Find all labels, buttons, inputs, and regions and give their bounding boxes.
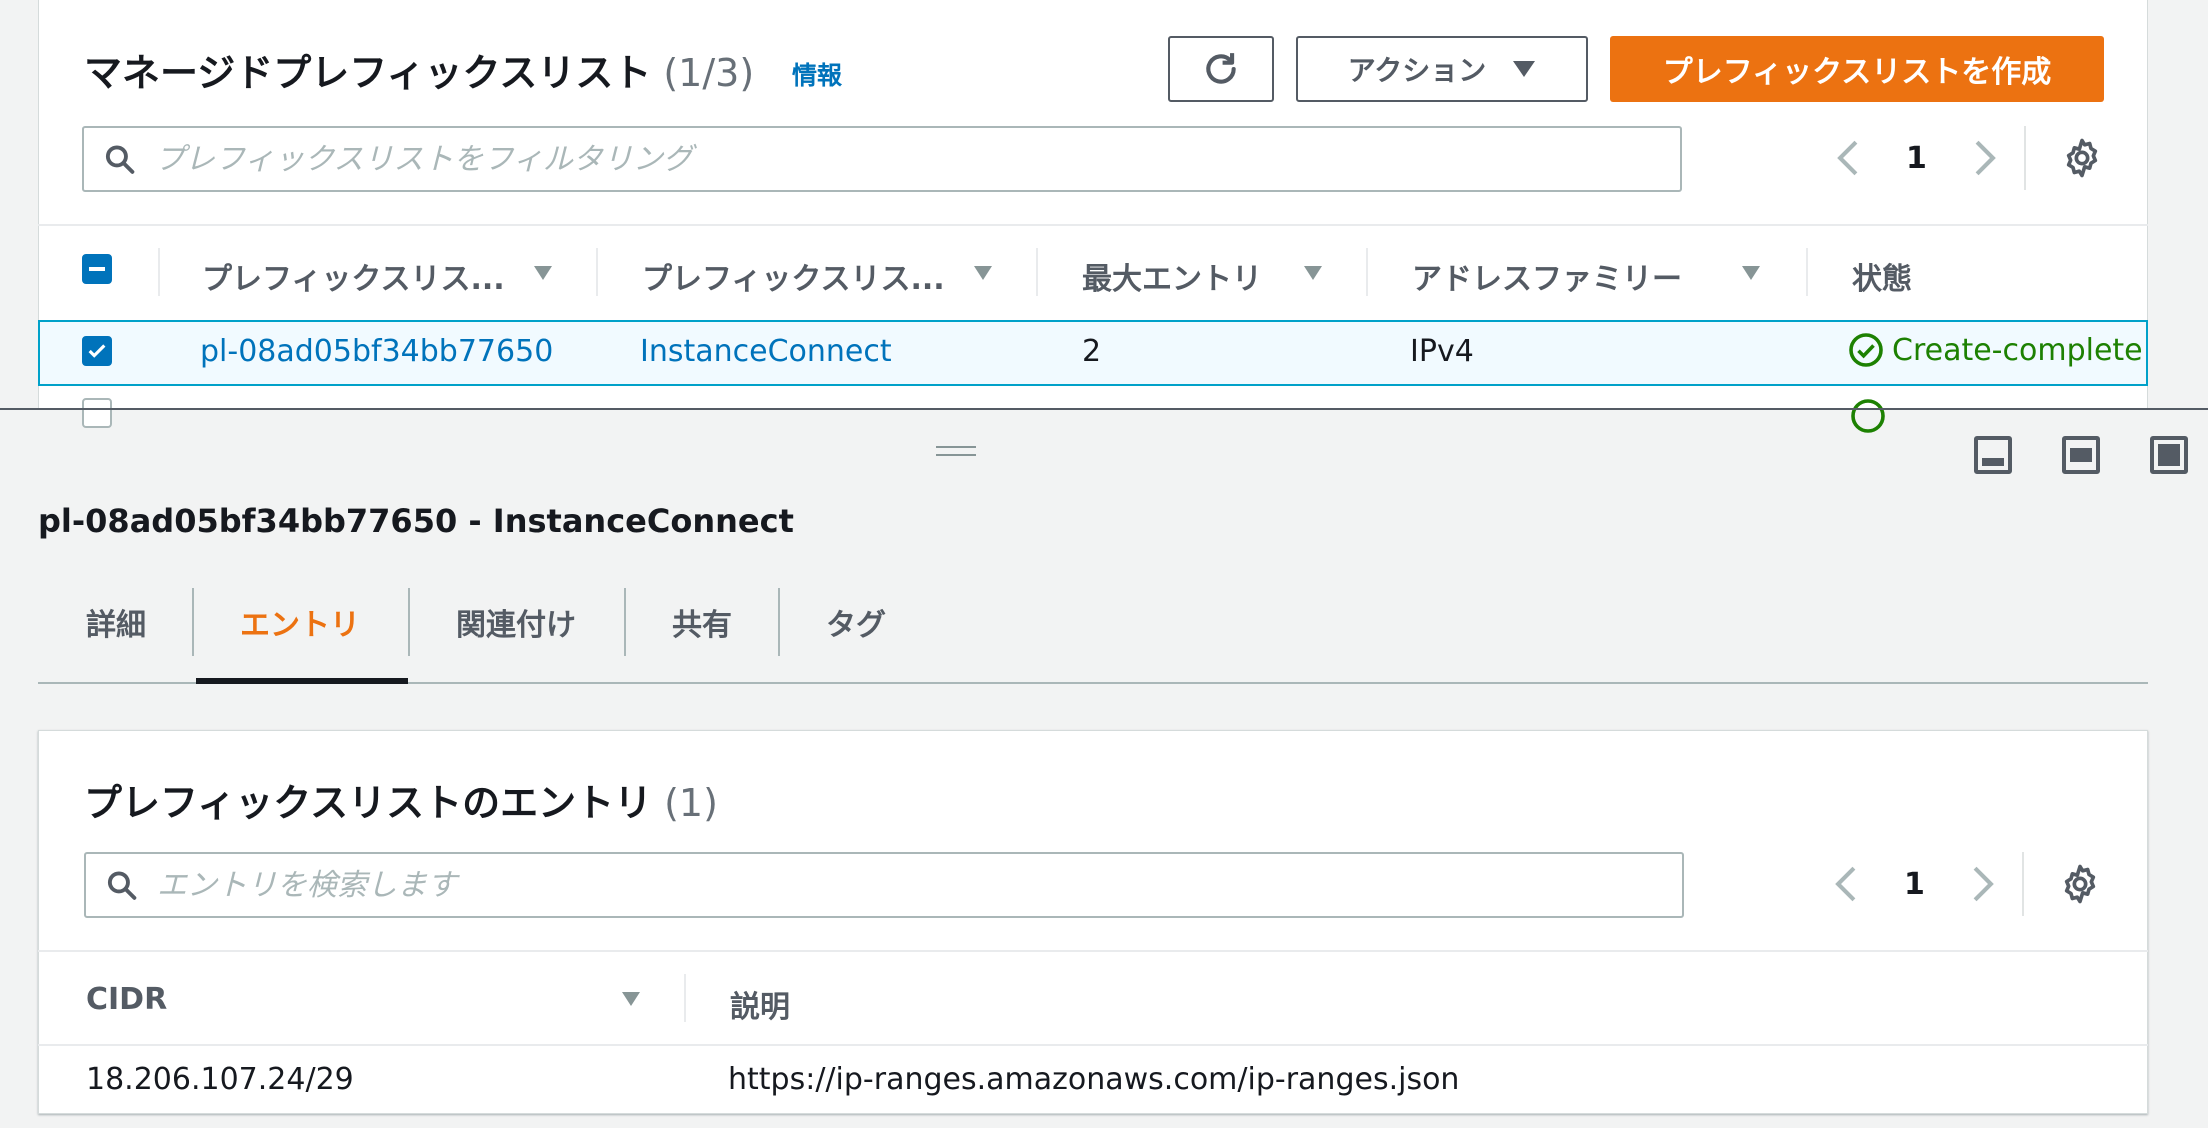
list-filter-input[interactable] [154, 141, 1680, 177]
column-separator [1806, 248, 1808, 296]
row-checkbox[interactable] [82, 398, 112, 428]
split-panel-divider[interactable] [0, 408, 2208, 410]
entries-table-top-divider [38, 950, 2148, 952]
sort-caret-icon[interactable] [1304, 266, 1322, 280]
chevron-right-icon[interactable] [1973, 139, 1997, 177]
column-header-prefix-list-id[interactable]: プレフィックスリス... [202, 254, 505, 298]
column-separator [684, 974, 686, 1022]
sort-caret-icon[interactable] [622, 992, 640, 1006]
fullscreen-icon[interactable] [2150, 436, 2188, 474]
actions-button[interactable]: アクション [1296, 36, 1588, 102]
drag-handle-icon[interactable] [936, 446, 976, 456]
entries-title: プレフィックスリストのエントリ (1) [84, 772, 718, 827]
search-icon [105, 145, 135, 174]
tab-sharing[interactable]: 共有 [672, 600, 732, 644]
entries-count: (1) [664, 781, 718, 825]
gear-icon[interactable] [2062, 138, 2102, 178]
column-header-cidr[interactable]: CIDR [86, 982, 167, 1017]
entries-search[interactable] [84, 852, 1684, 918]
column-header-max-entries[interactable]: 最大エントリ [1082, 254, 1262, 298]
table-top-divider [38, 224, 2148, 226]
max-entries-value: 2 [1082, 334, 1102, 369]
refresh-button[interactable] [1168, 36, 1274, 102]
prefix-list-id-link[interactable]: pl-08ad05bf34bb77650 [200, 334, 553, 369]
list-title: マネージドプレフィックスリスト (1/3) [84, 42, 754, 97]
chevron-left-icon[interactable] [1834, 865, 1858, 903]
column-separator [1366, 248, 1368, 296]
state-status: Create-complete [1848, 332, 2143, 368]
tab-separator [192, 588, 194, 656]
success-icon [1849, 333, 1883, 367]
entries-header-divider [38, 1044, 2148, 1046]
tab-separator [408, 588, 410, 656]
split-bottom-icon[interactable] [1974, 436, 2012, 474]
column-header-state[interactable]: 状態 [1852, 254, 1912, 298]
tab-associations[interactable]: 関連付け [456, 600, 576, 644]
column-separator [1036, 248, 1038, 296]
detail-title: pl-08ad05bf34bb77650 - InstanceConnect [38, 502, 794, 540]
indeterminate-mark [89, 267, 105, 271]
column-separator [596, 248, 598, 296]
tab-tags[interactable]: タグ [826, 600, 886, 644]
column-header-description[interactable]: 説明 [730, 982, 790, 1026]
column-header-prefix-list-name[interactable]: プレフィックスリス... [642, 254, 945, 298]
caret-down-icon [1513, 61, 1536, 77]
check-icon [88, 344, 106, 358]
actions-label: アクション [1347, 54, 1487, 87]
list-pagination: 1 [1836, 130, 1997, 186]
info-link[interactable]: 情報 [792, 56, 842, 92]
entries-title-text: プレフィックスリストのエントリ [84, 781, 653, 825]
entries-search-input[interactable] [156, 867, 1682, 903]
pager-divider [2024, 126, 2026, 190]
sort-caret-icon[interactable] [534, 266, 552, 280]
list-count: (1/3) [663, 51, 755, 95]
tab-separator [624, 588, 626, 656]
chevron-right-icon[interactable] [1971, 865, 1995, 903]
gear-icon[interactable] [2060, 864, 2100, 904]
column-header-address-family[interactable]: アドレスファミリー [1412, 254, 1682, 298]
active-tab-indicator [196, 678, 408, 684]
create-prefix-list-button[interactable]: プレフィックスリストを作成 [1610, 36, 2104, 102]
list-title-text: マネージドプレフィックスリスト [84, 51, 652, 95]
tab-entries[interactable]: エントリ [240, 600, 360, 644]
list-filter-search[interactable] [82, 126, 1682, 192]
row-checkbox-checked[interactable] [82, 336, 112, 366]
sort-caret-icon[interactable] [974, 266, 992, 280]
entry-description: https://ip-ranges.amazonaws.com/ip-range… [728, 1062, 1460, 1097]
tab-details[interactable]: 詳細 [86, 600, 146, 644]
sort-caret-icon[interactable] [1742, 266, 1760, 280]
entries-page-number[interactable]: 1 [1904, 867, 1925, 902]
list-page-number[interactable]: 1 [1906, 141, 1927, 176]
refresh-icon [1206, 53, 1236, 84]
state-text: Create-complete [1892, 332, 2143, 368]
search-icon [107, 871, 137, 900]
prefix-list-name-link[interactable]: InstanceConnect [640, 334, 892, 369]
entry-cidr: 18.206.107.24/29 [86, 1062, 354, 1097]
split-side-icon[interactable] [2062, 436, 2100, 474]
entries-pagination: 1 [1834, 856, 1995, 912]
address-family-value: IPv4 [1410, 334, 1474, 369]
success-icon [1851, 399, 1885, 433]
select-all-checkbox[interactable] [82, 254, 112, 284]
pager-divider [2022, 852, 2024, 916]
tab-separator [778, 588, 780, 656]
chevron-left-icon[interactable] [1836, 139, 1860, 177]
column-separator [158, 248, 160, 296]
